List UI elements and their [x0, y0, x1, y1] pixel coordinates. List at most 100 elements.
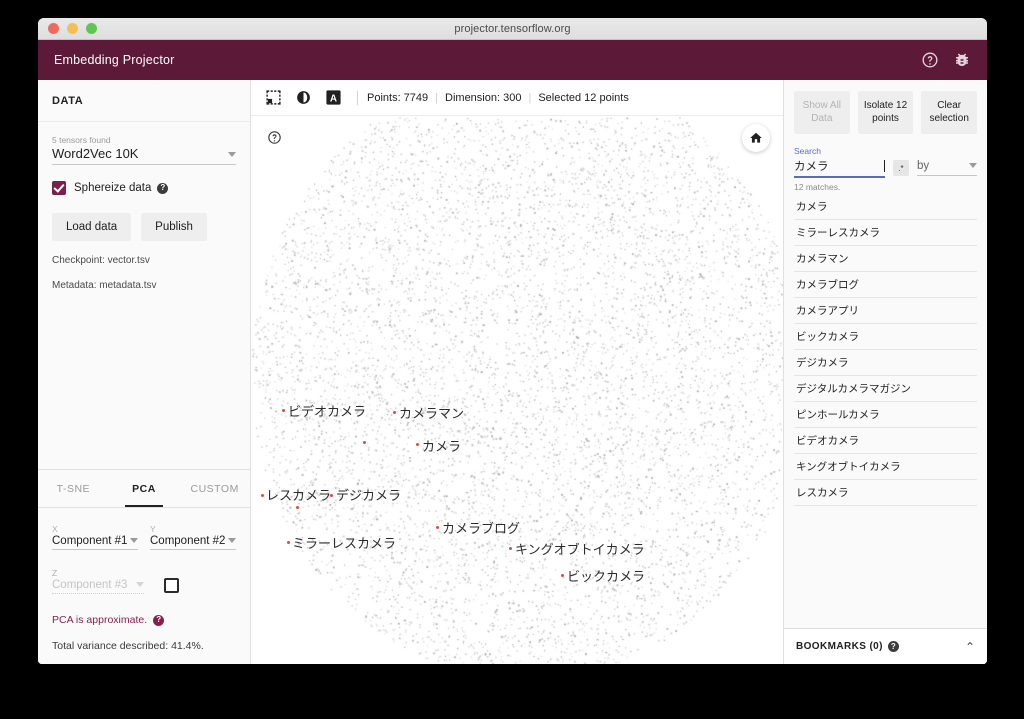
metadata-row: Metadata: metadata.tsv — [52, 280, 236, 291]
chevron-down-icon — [228, 152, 236, 157]
publish-button[interactable]: Publish — [141, 213, 207, 241]
selected-point-marker[interactable] — [561, 574, 564, 577]
pca-approximate-note: PCA is approximate. ? — [52, 614, 236, 626]
bookmarks-bar[interactable]: BOOKMARKS (0) ? ⌃ — [784, 628, 987, 664]
pca-z-col: Z Component #3 — [52, 568, 144, 594]
pca-x-col: X Component #1 — [52, 524, 138, 550]
tab-pca[interactable]: PCA — [109, 470, 180, 507]
selected-point-marker[interactable] — [330, 494, 333, 497]
bookmarks-help-icon[interactable]: ? — [887, 641, 899, 652]
bug-report-icon[interactable] — [953, 51, 971, 69]
close-window-button[interactable] — [48, 23, 59, 34]
match-list-item[interactable]: キングオブトイカメラ — [794, 454, 977, 480]
selected-point-marker[interactable] — [282, 409, 285, 412]
show-all-data-button[interactable]: Show All Data — [794, 91, 850, 134]
match-list-item[interactable]: レスカメラ — [794, 480, 977, 506]
data-buttons: Load data Publish — [52, 213, 236, 241]
tensor-select[interactable]: Word2Vec 10K — [52, 146, 236, 165]
sphereize-checkbox[interactable] — [52, 181, 66, 195]
selected-point-marker[interactable] — [509, 547, 512, 550]
selected-point-marker[interactable] — [363, 441, 366, 444]
chevron-down-icon — [130, 538, 138, 543]
projection-tabs: T-SNE PCA CUSTOM — [38, 469, 250, 507]
pca-note-text: PCA is approximate. — [52, 614, 148, 626]
chevron-up-icon[interactable]: ⌃ — [965, 640, 975, 654]
browser-window: projector.tensorflow.org Embedding Proje… — [38, 18, 987, 664]
night-mode-icon[interactable] — [295, 89, 312, 106]
plot-point-label: デジカメラ — [336, 489, 402, 504]
pca-y-value: Component #2 — [150, 535, 226, 547]
pca-help-icon[interactable]: ? — [153, 614, 165, 626]
match-list-item[interactable]: ミラーレスカメラ — [794, 220, 977, 246]
match-list-item[interactable]: カメラアプリ — [794, 298, 977, 324]
sphereize-help-icon[interactable]: ? — [157, 182, 169, 194]
pca-xy-row: X Component #1 Y Component #2 — [52, 524, 236, 550]
sphereize-row[interactable]: Sphereize data ? — [52, 181, 236, 195]
selected-point-marker[interactable] — [287, 541, 290, 544]
search-input-value: カメラ — [794, 159, 829, 173]
chevron-down-icon — [228, 538, 236, 543]
labels-toggle-icon[interactable]: A — [325, 89, 342, 106]
selected-point-marker[interactable] — [436, 526, 439, 529]
data-panel: DATA 5 tensors found Word2Vec 10K Sphere… — [38, 80, 251, 664]
checkpoint-label: Checkpoint: — [52, 255, 105, 266]
clear-selection-button[interactable]: Clear selection — [921, 91, 978, 134]
plot-toolbar: A Points: 7749 | Dimension: 300 | Select… — [251, 80, 783, 116]
chevron-down-icon — [969, 163, 977, 168]
pca-z-select: Component #3 — [52, 579, 144, 594]
stat-divider: | — [528, 91, 532, 104]
match-list-item[interactable]: デジタルカメラマガジン — [794, 376, 977, 402]
home-icon — [750, 132, 762, 143]
selection-box-icon[interactable] — [265, 89, 282, 106]
window-traffic-lights — [48, 23, 97, 34]
pca-y-select[interactable]: Component #2 — [150, 535, 236, 550]
help-circle-icon[interactable] — [921, 51, 939, 69]
selected-point-marker[interactable] — [296, 506, 299, 509]
selected-point-marker[interactable] — [393, 411, 396, 414]
selected-point-marker[interactable] — [261, 494, 264, 497]
search-by-select[interactable]: by — [917, 160, 977, 176]
app-title: Embedding Projector — [54, 53, 175, 67]
app-header: Embedding Projector — [38, 40, 987, 80]
match-list-item[interactable]: デジカメラ — [794, 350, 977, 376]
scatter-plot[interactable]: ビデオカメラ カメラマン カメラ レスカメラ デジカメラ ミラーレスカメラ カメラブログ キン… — [251, 116, 783, 664]
sphereize-label: Sphereize data — [74, 182, 152, 194]
pca-y-caption: Y — [150, 524, 156, 534]
tensor-select-value: Word2Vec 10K — [52, 146, 139, 161]
load-data-button[interactable]: Load data — [52, 213, 132, 241]
selected-point-marker[interactable] — [416, 443, 419, 446]
dimension-3d-checkbox[interactable] — [164, 578, 179, 593]
match-list-item[interactable]: ピンホールカメラ — [794, 402, 977, 428]
match-list-item[interactable]: カメラ — [794, 194, 977, 220]
pca-x-value: Component #1 — [52, 535, 128, 547]
match-list-item[interactable]: カメラブログ — [794, 272, 977, 298]
search-line: カメラ .* by — [794, 158, 977, 178]
regex-toggle-button[interactable]: .* — [893, 160, 909, 176]
data-section: 5 tensors found Word2Vec 10K Sphereize d… — [38, 122, 250, 469]
variance-text: Total variance described: 41.4%. — [52, 640, 204, 652]
point-cloud-canvas[interactable] — [251, 116, 783, 664]
checkpoint-row: Checkpoint: vector.tsv — [52, 255, 236, 266]
isolate-points-button[interactable]: Isolate 12 points — [857, 91, 914, 134]
plot-point-label: カメラブログ — [442, 522, 521, 537]
search-input[interactable]: カメラ — [794, 158, 885, 178]
maximize-window-button[interactable] — [86, 23, 97, 34]
data-panel-title: DATA — [38, 80, 250, 122]
minimize-window-button[interactable] — [67, 23, 78, 34]
pca-z-value: Component #3 — [52, 579, 128, 591]
tab-tsne[interactable]: T-SNE — [38, 470, 109, 507]
dimension-stat: Dimension: 300 — [445, 91, 522, 104]
chevron-down-icon — [136, 582, 144, 587]
search-by-value: by — [917, 160, 930, 172]
reset-view-home-button[interactable] — [742, 124, 770, 152]
pca-x-select[interactable]: Component #1 — [52, 535, 138, 550]
match-list-item[interactable]: カメラマン — [794, 246, 977, 272]
svg-text:A: A — [330, 93, 337, 104]
match-list-item[interactable]: ビデオカメラ — [794, 428, 977, 454]
tab-custom[interactable]: CUSTOM — [179, 470, 250, 507]
plot-help-icon[interactable] — [267, 130, 282, 145]
pca-x-caption: X — [52, 524, 58, 534]
pca-z-row: Z Component #3 — [52, 568, 236, 594]
window-title: projector.tensorflow.org — [454, 22, 571, 35]
match-list-item[interactable]: ビックカメラ — [794, 324, 977, 350]
